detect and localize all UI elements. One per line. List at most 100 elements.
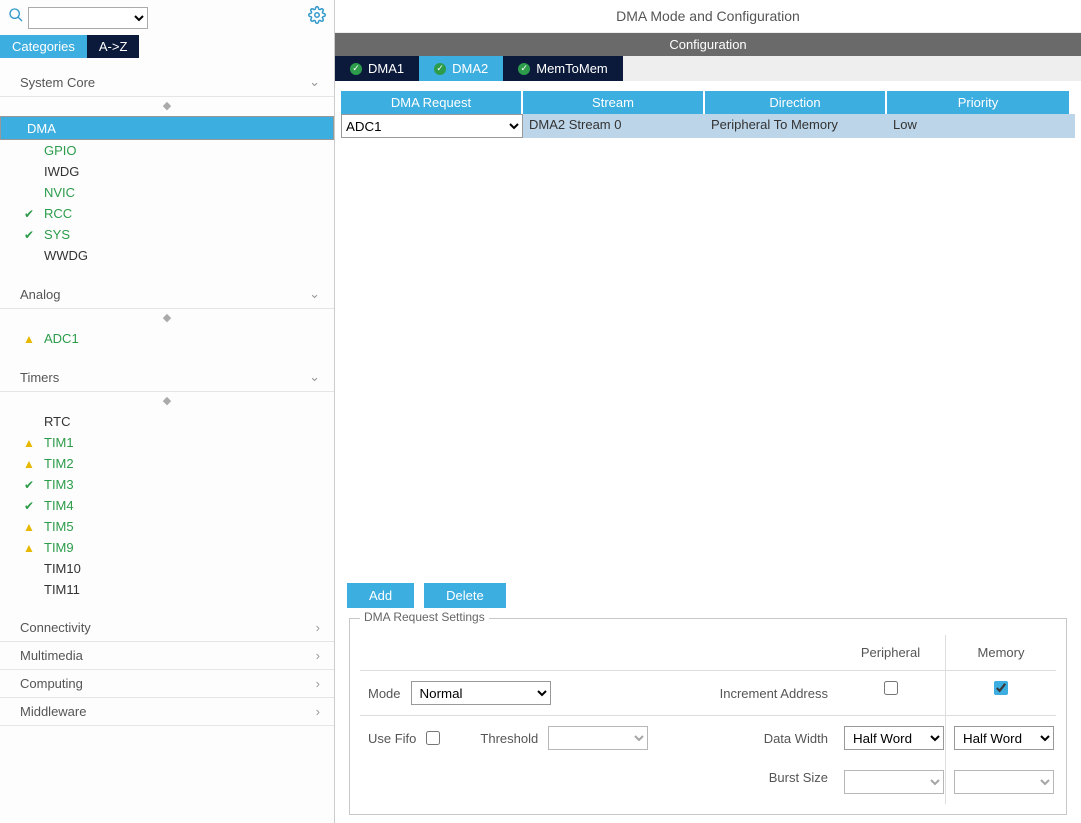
threshold-label: Threshold [480, 731, 538, 746]
peripheral-label: RCC [40, 205, 76, 222]
main-title: DMA Mode and Configuration [335, 0, 1081, 33]
col-memory: Memory [946, 635, 1056, 671]
section-title: System Core [20, 75, 95, 90]
peripheral-label: NVIC [40, 184, 79, 201]
search-icon [8, 7, 24, 28]
chevron-down-icon: ⌄ [309, 369, 320, 385]
dma-table-row[interactable]: ADC1 DMA2 Stream 0 Peripheral To Memory … [341, 114, 1075, 138]
peripheral-label: TIM10 [40, 560, 85, 577]
burst-size-label: Burst Size [769, 770, 828, 785]
tab-az[interactable]: A->Z [87, 35, 140, 58]
peripheral-item[interactable]: TIM11 [0, 579, 334, 600]
peripheral-item[interactable]: ▲TIM1 [0, 432, 334, 453]
peripheral-item[interactable]: ▲ADC1 [0, 328, 334, 349]
increment-address-label: Increment Address [720, 686, 828, 701]
peripheral-label: ADC1 [40, 330, 83, 347]
settings-legend: DMA Request Settings [360, 610, 489, 624]
chevron-down-icon: ⌄ [309, 74, 320, 90]
peripheral-item[interactable]: ✔SYS [0, 224, 334, 245]
peripheral-label: DMA [23, 120, 60, 137]
chevron-right-icon: › [316, 704, 320, 719]
col-peripheral: Peripheral [836, 635, 946, 671]
peripheral-label: SYS [40, 226, 74, 243]
column-header[interactable]: Priority [887, 91, 1069, 114]
peripheral-label: TIM1 [40, 434, 78, 451]
peripheral-label: IWDG [40, 163, 83, 180]
peripheral-item[interactable]: ▲TIM2 [0, 453, 334, 474]
section-title: Computing [20, 676, 83, 691]
section-header[interactable]: Middleware › [0, 698, 334, 726]
peripheral-increment-checkbox[interactable] [884, 681, 898, 695]
cell-priority: Low [887, 114, 1069, 138]
sort-handle-icon[interactable]: ◆ [0, 392, 334, 409]
use-fifo-checkbox[interactable] [426, 731, 440, 745]
peripheral-burst-select[interactable] [844, 770, 944, 794]
peripheral-label: WWDG [40, 247, 92, 264]
dma-tab[interactable]: ✓ DMA1 [335, 56, 419, 81]
peripheral-item[interactable]: DMA [0, 116, 334, 140]
dma-request-settings: DMA Request Settings Peripheral Memory M… [349, 618, 1067, 815]
section-header[interactable]: Analog⌄ [0, 280, 334, 309]
sort-handle-icon[interactable]: ◆ [0, 309, 334, 326]
chevron-right-icon: › [316, 676, 320, 691]
peripheral-label: RTC [40, 413, 74, 430]
chevron-right-icon: › [316, 648, 320, 663]
delete-button[interactable]: Delete [424, 583, 506, 608]
peripheral-item[interactable]: ▲TIM5 [0, 516, 334, 537]
search-dropdown[interactable] [28, 7, 148, 29]
peripheral-item[interactable]: ✔RCC [0, 203, 334, 224]
gear-icon[interactable] [308, 6, 326, 29]
peripheral-item[interactable]: ✔TIM3 [0, 474, 334, 495]
section-header[interactable]: Connectivity › [0, 614, 334, 642]
threshold-select[interactable] [548, 726, 648, 750]
dma-tab[interactable]: ✓DMA2 [419, 56, 503, 81]
column-header[interactable]: Direction [705, 91, 887, 114]
section-title: Timers [20, 370, 59, 385]
dma-tab[interactable]: ✓MemToMem [503, 56, 623, 81]
section-header[interactable]: Multimedia › [0, 642, 334, 670]
add-button[interactable]: Add [347, 583, 414, 608]
column-header[interactable]: DMA Request [341, 91, 523, 114]
peripheral-item[interactable]: ▲TIM9 [0, 537, 334, 558]
chevron-down-icon: ⌄ [309, 286, 320, 302]
memory-datawidth-select[interactable]: Half Word [954, 726, 1054, 750]
peripheral-item[interactable]: NVIC [0, 182, 334, 203]
dma-tab-row: ✓ DMA1 ✓DMA2✓MemToMem [335, 56, 1081, 81]
memory-burst-select[interactable] [954, 770, 1054, 794]
section-header[interactable]: System Core ⌄ [0, 68, 334, 97]
dma-tab-label: DMA1 [368, 61, 404, 76]
column-header[interactable]: Stream [523, 91, 705, 114]
configuration-bar: Configuration [335, 33, 1081, 56]
peripheral-label: TIM3 [40, 476, 78, 493]
dma-request-select[interactable]: ADC1 [341, 114, 523, 138]
mode-select[interactable]: Normal [411, 681, 551, 705]
peripheral-label: TIM2 [40, 455, 78, 472]
memory-increment-checkbox[interactable] [994, 681, 1008, 695]
peripheral-item[interactable]: GPIO [0, 140, 334, 161]
section-title: Connectivity [20, 620, 91, 635]
dma-tab-label: DMA2 [452, 61, 488, 76]
chevron-right-icon: › [316, 620, 320, 635]
dma-tab-label: MemToMem [536, 61, 608, 76]
peripheral-item[interactable]: WWDG [0, 245, 334, 266]
peripheral-label: TIM5 [40, 518, 78, 535]
sort-handle-icon[interactable]: ◆ [0, 97, 334, 114]
mode-label: Mode [368, 686, 401, 701]
dma-table-header: DMA RequestStreamDirectionPriority [341, 91, 1075, 114]
section-header[interactable]: Computing › [0, 670, 334, 698]
peripheral-tree: System Core ⌄ ◆ DMA GPIO IWDG NVIC ✔RCC✔SYS WWDG… [0, 58, 334, 823]
data-width-label: Data Width [764, 731, 828, 746]
peripheral-item[interactable]: TIM10 [0, 558, 334, 579]
section-title: Multimedia [20, 648, 83, 663]
peripheral-item[interactable]: ✔TIM4 [0, 495, 334, 516]
section-header[interactable]: Timers ⌄ [0, 363, 334, 392]
peripheral-datawidth-select[interactable]: Half Word [844, 726, 944, 750]
tab-categories[interactable]: Categories [0, 35, 87, 58]
peripheral-label: TIM9 [40, 539, 78, 556]
peripheral-item[interactable]: IWDG [0, 161, 334, 182]
section-title: Middleware [20, 704, 86, 719]
peripheral-item[interactable]: RTC [0, 411, 334, 432]
cell-stream: DMA2 Stream 0 [523, 114, 705, 138]
peripheral-label: TIM4 [40, 497, 78, 514]
check-circle-icon: ✓ [350, 63, 362, 75]
